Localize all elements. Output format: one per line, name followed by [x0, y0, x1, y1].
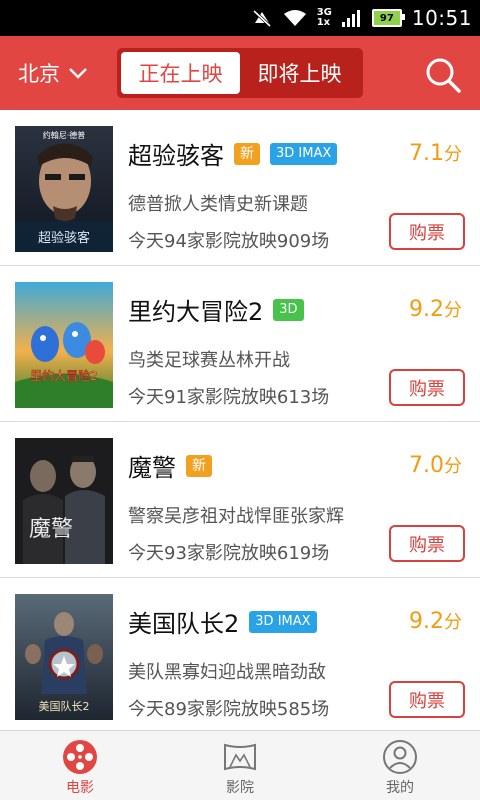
movie-score: 9.2分 — [409, 608, 462, 634]
movie-showtimes: 今天94家影院放映909场 — [128, 231, 330, 252]
movie-showtimes: 今天93家影院放映619场 — [128, 543, 330, 564]
bottom-nav: 电影 影院 我的 — [0, 730, 480, 800]
film-reel-icon — [63, 740, 97, 774]
status-icons: 3G 1x 97 10:51 — [251, 0, 472, 36]
poster-top-text: 约翰尼·德普 — [43, 130, 86, 140]
score-value: 7.1 — [409, 141, 444, 166]
movie-poster[interactable]: 超验骇客 约翰尼·德普 — [15, 126, 113, 252]
nav-label-cinemas: 影院 — [226, 780, 254, 796]
showing-tabs: 正在上映 即将上映 — [117, 48, 363, 98]
movie-poster[interactable]: 美国队长2 — [15, 594, 113, 720]
movie-poster[interactable]: 里约大冒险2 — [15, 282, 113, 408]
movie-tagline: 鸟类足球赛丛林开战 — [128, 350, 290, 371]
badge-new: 新 — [234, 142, 260, 165]
badge-3d-imax: 3D IMAX — [249, 610, 317, 633]
movie-item[interactable]: 魔警 魔警 新 7.0分 警察吴彦祖对战悍匪张家辉 今天93家影院放映619场 … — [0, 422, 480, 578]
mute-icon — [252, 9, 271, 27]
movie-list: 超验骇客 约翰尼·德普 超验骇客 新 3D IMAX 7.1分 德普掀人类情史新… — [0, 110, 480, 734]
movie-score: 7.0分 — [409, 452, 462, 478]
app-header: 北京 正在上映 即将上映 — [0, 36, 480, 110]
score-unit: 分 — [444, 456, 462, 477]
score-value: 7.0 — [409, 453, 444, 478]
movie-title: 魔警 — [128, 454, 176, 482]
tab-now-showing[interactable]: 正在上映 — [121, 52, 240, 94]
nav-cinemas[interactable]: 影院 — [160, 731, 320, 800]
badge-new: 新 — [186, 454, 212, 477]
movie-title: 里约大冒险2 — [128, 298, 264, 326]
poster-caption: 魔警 — [29, 517, 73, 542]
tab-coming-soon[interactable]: 即将上映 — [240, 52, 359, 94]
movie-showtimes: 今天89家影院放映585场 — [128, 699, 330, 720]
buy-ticket-button[interactable]: 购票 — [389, 369, 465, 406]
movie-title-row: 超验骇客 新 3D IMAX — [128, 136, 338, 171]
score-unit: 分 — [444, 612, 462, 633]
city-selector[interactable]: 北京 — [18, 58, 88, 88]
poster-caption: 美国队长2 — [39, 699, 90, 713]
movie-title-row: 魔警 新 — [128, 448, 212, 483]
badge-3d: 3D — [273, 298, 304, 321]
wifi-icon — [283, 10, 306, 26]
battery-icon: 97 — [371, 9, 405, 27]
nav-movies[interactable]: 电影 — [0, 731, 160, 800]
buy-ticket-button[interactable]: 购票 — [389, 213, 465, 250]
search-icon[interactable] — [424, 56, 462, 94]
movie-title-row: 里约大冒险2 3D — [128, 292, 304, 327]
movie-title: 超验骇客 — [128, 142, 224, 170]
movie-title: 美国队长2 — [128, 610, 240, 638]
movie-item[interactable]: 美国队长2 美国队长2 3D IMAX 9.2分 美队黑寡妇迎战黑暗劲敌 今天8… — [0, 578, 480, 734]
movie-poster[interactable]: 魔警 — [15, 438, 113, 564]
score-unit: 分 — [444, 144, 462, 165]
city-label: 北京 — [18, 62, 60, 86]
buy-ticket-button[interactable]: 购票 — [389, 525, 465, 562]
network-type-bottom: 1x — [316, 17, 331, 28]
status-bar: 3G 1x 97 10:51 — [0, 0, 480, 36]
movie-tagline: 德普掀人类情史新课题 — [128, 194, 308, 215]
nav-label-profile: 我的 — [386, 780, 414, 796]
buy-ticket-button[interactable]: 购票 — [389, 681, 465, 718]
movie-score: 9.2分 — [409, 296, 462, 322]
signal-icon — [341, 10, 360, 27]
score-unit: 分 — [444, 300, 462, 321]
movie-item[interactable]: 里约大冒险2 里约大冒险2 3D 9.2分 鸟类足球赛丛林开战 今天91家影院放… — [0, 266, 480, 422]
profile-icon — [383, 740, 417, 774]
nav-label-movies: 电影 — [66, 780, 94, 796]
badge-3d-imax: 3D IMAX — [270, 142, 338, 165]
status-time: 10:51 — [411, 6, 472, 30]
movie-title-row: 美国队长2 3D IMAX — [128, 604, 317, 639]
poster-caption: 里约大冒险2 — [30, 368, 98, 383]
movie-tagline: 警察吴彦祖对战悍匪张家辉 — [128, 506, 344, 527]
poster-caption: 超验骇客 — [38, 230, 90, 246]
network-indicator: 3G 1x — [317, 8, 332, 28]
cinema-screen-icon — [224, 743, 256, 771]
nav-profile[interactable]: 我的 — [320, 731, 480, 800]
score-value: 9.2 — [409, 297, 444, 322]
movie-tagline: 美队黑寡妇迎战黑暗劲敌 — [128, 662, 326, 683]
movie-showtimes: 今天91家影院放映613场 — [128, 387, 330, 408]
movie-score: 7.1分 — [409, 140, 462, 166]
score-value: 9.2 — [409, 609, 444, 634]
movie-item[interactable]: 超验骇客 约翰尼·德普 超验骇客 新 3D IMAX 7.1分 德普掀人类情史新… — [0, 110, 480, 266]
chevron-down-icon — [69, 68, 87, 79]
